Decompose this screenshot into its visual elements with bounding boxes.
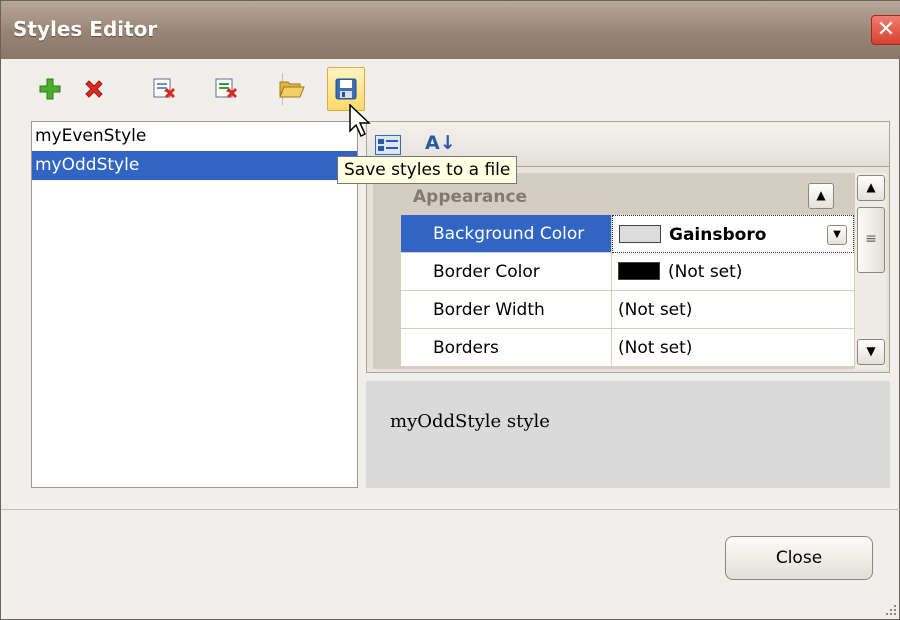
close-button[interactable]: Close (725, 536, 873, 580)
property-row[interactable]: Borders (Not set) (401, 329, 854, 367)
chevron-up-icon: ▲ (816, 188, 826, 202)
vertical-scrollbar[interactable]: ▲ ≡ ▼ (854, 173, 886, 369)
property-value[interactable]: (Not set) (612, 329, 854, 367)
property-grid: Appearance ▲ Background Color Gainsboro … (366, 167, 890, 373)
resize-grip-icon[interactable] (885, 604, 897, 616)
chevron-down-icon: ▼ (833, 229, 841, 240)
chevron-down-icon: ▼ (866, 344, 876, 358)
floppy-disk-icon (335, 78, 357, 100)
purge-icon (153, 78, 175, 98)
property-value[interactable]: (Not set) (612, 291, 854, 329)
title-bar[interactable]: Styles Editor ✕ (1, 1, 900, 59)
property-grid-rows: Appearance ▲ Background Color Gainsboro … (373, 173, 854, 369)
chevron-up-icon: ▲ (866, 180, 876, 194)
plus-icon (39, 78, 61, 100)
mouse-cursor-icon (349, 104, 371, 138)
categorized-icon[interactable] (375, 135, 401, 155)
property-name: Border Color (401, 253, 612, 291)
category-header: Appearance (413, 187, 528, 207)
description-text: myOddStyle style (390, 411, 550, 432)
add-style-button[interactable] (31, 67, 69, 111)
property-name: Borders (401, 329, 612, 367)
load-styles-button[interactable] (273, 67, 311, 111)
property-value: Gainsboro (669, 225, 767, 245)
color-swatch (619, 225, 661, 243)
property-row[interactable]: Border Color (Not set) (401, 253, 854, 291)
list-item[interactable]: myEvenStyle (32, 122, 357, 151)
grip-icon: ≡ (865, 231, 877, 247)
scroll-thumb[interactable]: ≡ (857, 207, 885, 273)
open-folder-icon (279, 81, 305, 98)
purge-styles-button[interactable] (145, 67, 183, 111)
red-x-icon (85, 80, 103, 98)
property-value-editor[interactable]: Gainsboro ▼ (612, 215, 854, 253)
delete-style-button[interactable] (75, 67, 113, 111)
property-row[interactable]: Border Width (Not set) (401, 291, 854, 329)
styles-editor-window: Styles Editor ✕ myEvenStyle myOddStyle A… (0, 0, 900, 620)
toolbar (31, 67, 391, 111)
property-name: Border Width (401, 291, 612, 329)
collapse-category-button[interactable]: ▲ (808, 183, 834, 209)
property-name: Background Color (401, 215, 612, 253)
clear-icon (215, 78, 237, 98)
property-value: (Not set) (668, 262, 743, 282)
tooltip: Save styles to a file (337, 156, 518, 184)
footer-divider (1, 509, 900, 510)
dropdown-button[interactable]: ▼ (827, 225, 847, 245)
property-row[interactable]: Background Color Gainsboro ▼ (401, 215, 854, 253)
property-value-cell[interactable]: (Not set) (612, 253, 854, 291)
scroll-down-button[interactable]: ▼ (857, 339, 885, 365)
alphabetical-sort-button[interactable]: A↓ (425, 132, 456, 154)
clear-styles-button[interactable] (207, 67, 245, 111)
window-title: Styles Editor (13, 17, 158, 41)
description-panel: myOddStyle style (366, 381, 890, 488)
color-swatch (618, 262, 660, 280)
style-list[interactable]: myEvenStyle myOddStyle (31, 121, 358, 488)
scroll-up-button[interactable]: ▲ (857, 175, 885, 201)
window-close-button[interactable]: ✕ (871, 15, 900, 45)
list-item-selected[interactable]: myOddStyle (32, 151, 357, 180)
